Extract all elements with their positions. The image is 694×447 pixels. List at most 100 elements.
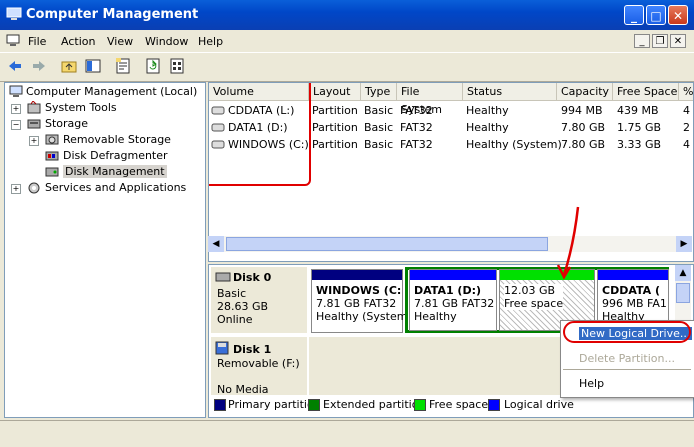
primary-partition-bar (312, 270, 402, 280)
volume-free-space: 1.75 GB (617, 121, 662, 134)
menu-separator (563, 369, 691, 370)
column-header-layout[interactable]: Layout (309, 83, 361, 101)
annotation-highlight-box (209, 83, 311, 186)
volume-type: Basic (364, 138, 394, 151)
column-header-file-system[interactable]: File System (397, 83, 463, 116)
volume-free-space: 439 MB (617, 104, 659, 117)
legend-free-label: Free space (429, 398, 489, 411)
tree-item-disk-defragmenter[interactable]: Disk Defragmenter (63, 149, 168, 162)
partition-size: 7.81 GB FAT32 (316, 297, 397, 310)
legend-free-swatch (414, 399, 426, 411)
minimize-button[interactable]: _ (624, 5, 644, 25)
removable-storage-icon (45, 134, 59, 145)
child-close-button[interactable]: ✕ (670, 34, 686, 48)
scroll-left-arrow-icon[interactable]: ◀ (208, 236, 224, 252)
logical-drive-bar (598, 270, 668, 280)
partition-windows-c[interactable]: WINDOWS (C: 7.81 GB FAT32 Healthy (Syste… (311, 269, 407, 333)
column-header-free-space[interactable]: Free Space (613, 83, 679, 101)
menu-window[interactable]: Window (145, 35, 188, 48)
refresh-icon[interactable] (144, 57, 162, 75)
disk-0-type: Basic (217, 287, 247, 300)
annotation-highlight-oval (563, 321, 691, 343)
up-folder-icon[interactable] (60, 57, 78, 75)
disk-0-info[interactable]: Disk 0 Basic 28.63 GB Online (211, 267, 307, 333)
volume-list-horizontal-scrollbar[interactable]: ◀ ▶ (208, 236, 692, 252)
partition-size: 12.03 GB (504, 284, 556, 297)
partition-name: WINDOWS (C: (316, 284, 402, 297)
disk-1-name: Disk 1 (233, 343, 272, 356)
disk-0-size: 28.63 GB (217, 300, 269, 313)
logical-drive-bar (410, 270, 496, 280)
console-icon (6, 34, 20, 46)
partition-status: Healthy (414, 310, 457, 323)
title-bar[interactable]: Computer Management _ □ ✕ (0, 0, 694, 30)
menu-view[interactable]: View (107, 35, 133, 48)
legend-logical-swatch (488, 399, 500, 411)
show-hide-tree-icon[interactable] (84, 57, 102, 75)
forward-arrow-icon[interactable] (30, 57, 48, 75)
system-tools-icon (27, 101, 41, 114)
storage-icon (27, 119, 41, 129)
expand-services-applications[interactable]: + (11, 184, 21, 194)
menu-help[interactable]: Help (198, 35, 223, 48)
menu-action[interactable]: Action (61, 35, 95, 48)
partition-data1-d[interactable]: DATA1 (D:) 7.81 GB FAT32 Healthy (409, 269, 497, 331)
column-header-capacity[interactable]: Capacity (557, 83, 613, 101)
child-restore-button[interactable]: ❐ (652, 34, 668, 48)
volume-status: Healthy (466, 121, 509, 134)
annotation-arrow-icon (556, 206, 580, 280)
partition-name: DATA1 (D:) (414, 284, 482, 297)
tree-item-services-applications[interactable]: Services and Applications (45, 181, 186, 194)
menu-item-help[interactable]: Help (579, 377, 604, 390)
window-title: Computer Management (26, 7, 199, 22)
tree-item-removable-storage[interactable]: Removable Storage (63, 133, 171, 146)
tree-item-storage[interactable]: Storage (45, 117, 88, 130)
tree-item-system-tools[interactable]: System Tools (45, 101, 117, 114)
scroll-thumb[interactable] (226, 237, 548, 251)
removable-disk-icon (215, 341, 229, 355)
legend-extended-label: Extended partition (323, 398, 426, 411)
close-button[interactable]: ✕ (668, 5, 688, 25)
volume-capacity: 7.80 GB (561, 138, 606, 151)
properties-icon[interactable] (114, 57, 132, 75)
services-applications-icon (28, 182, 40, 194)
disk-1-info[interactable]: Disk 1 Removable (F:) No Media (211, 337, 307, 396)
column-header-status[interactable]: Status (463, 83, 557, 101)
scroll-right-arrow-icon[interactable]: ▶ (676, 236, 692, 252)
volume-file-system: FAT32 (400, 138, 433, 151)
column-header-type[interactable]: Type (361, 83, 397, 101)
volume-layout: Partition (312, 138, 358, 151)
computer-management-icon (6, 7, 22, 20)
disk-0-state: Online (217, 313, 253, 326)
volume-type: Basic (364, 104, 394, 117)
menu-item-delete-partition[interactable]: Delete Partition... (579, 352, 675, 365)
volume-percent-free: 4 (683, 104, 690, 117)
expand-removable-storage[interactable]: + (29, 136, 39, 146)
child-minimize-button[interactable]: _ (634, 34, 650, 48)
column-header-percent-free[interactable]: % (679, 83, 693, 101)
volume-status: Healthy (System) (466, 138, 562, 151)
disk-1-state: No Media (217, 383, 269, 396)
legend-primary-label: Primary partition (228, 398, 321, 411)
partition-size: 996 MB FA1 (602, 297, 667, 310)
volume-percent-free: 4 (683, 138, 690, 151)
back-arrow-icon[interactable] (6, 57, 24, 75)
scroll-thumb[interactable] (676, 283, 690, 303)
volume-status: Healthy (466, 104, 509, 117)
scroll-up-arrow-icon[interactable]: ▲ (675, 265, 691, 281)
volume-type: Basic (364, 121, 394, 134)
disk-legend: Primary partition Extended partition Fre… (208, 396, 692, 416)
tree-root[interactable]: Computer Management (Local) (26, 85, 197, 98)
menu-file[interactable]: File (28, 35, 46, 48)
volume-free-space: 3.33 GB (617, 138, 662, 151)
collapse-storage[interactable]: − (11, 120, 21, 130)
expand-system-tools[interactable]: + (11, 104, 21, 114)
partition-name: CDDATA ( (602, 284, 661, 297)
toolbar (0, 52, 694, 82)
volume-file-system: FAT32 (400, 121, 433, 134)
tree-item-disk-management[interactable]: Disk Management (63, 165, 167, 178)
maximize-button[interactable]: □ (646, 5, 666, 25)
volume-layout: Partition (312, 104, 358, 117)
settings-icon[interactable] (168, 57, 186, 75)
disk-1-type: Removable (F:) (217, 357, 300, 370)
